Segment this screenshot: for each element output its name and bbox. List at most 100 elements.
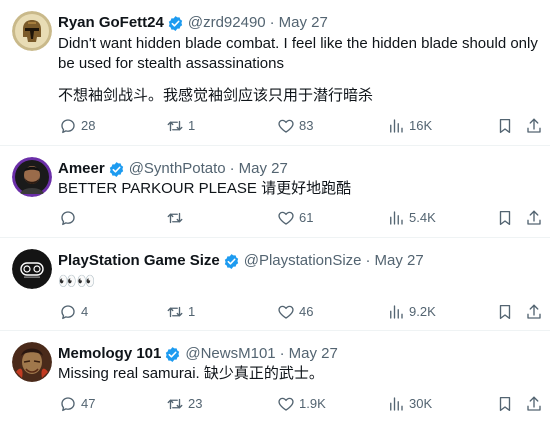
retweet-icon [167, 120, 183, 132]
tweet-actions: 47 23 1.9K 30K [0, 394, 550, 414]
retweet-button[interactable] [166, 208, 188, 228]
views-chart-icon [390, 397, 403, 411]
like-count: 46 [299, 304, 314, 319]
share-button[interactable] [525, 394, 543, 414]
reply-icon [61, 305, 75, 320]
reply-button[interactable] [59, 208, 81, 228]
avatar[interactable] [12, 157, 52, 197]
retweet-button[interactable]: 1 [166, 116, 195, 136]
share-button[interactable] [525, 208, 543, 228]
heart-icon [278, 305, 294, 319]
display-name[interactable]: Ryan GoFett24 [58, 13, 164, 33]
tweet[interactable]: Ryan GoFett24 @zrd92490 · May 27 Didn't … [0, 0, 550, 146]
tweet-text-line: Didn't want hidden blade combat. I feel … [58, 35, 538, 72]
tweet-text: Didn't want hidden blade combat. I feel … [58, 34, 538, 106]
header-separator: · [279, 345, 285, 362]
views-count: 30K [409, 396, 433, 411]
verified-badge-icon [164, 346, 181, 363]
user-handle[interactable]: @SynthPotato [129, 159, 226, 179]
views-button[interactable]: 16K [387, 116, 432, 136]
tweet-date[interactable]: May 27 [375, 251, 424, 271]
user-handle[interactable]: @NewsM101 [185, 344, 275, 364]
tweet-text-line: 👀👀 [58, 273, 96, 290]
views-chart-icon [390, 119, 403, 133]
heart-icon [278, 211, 294, 225]
retweet-icon [167, 306, 183, 318]
views-count: 9.2K [409, 304, 436, 319]
heart-icon [278, 397, 294, 411]
like-button[interactable]: 1.9K [277, 394, 326, 414]
bookmark-button[interactable] [496, 302, 514, 322]
tweet-text-line: Missing real samurai. 缺少真正的武士。 [58, 365, 324, 382]
reply-button[interactable]: 4 [59, 302, 88, 322]
retweet-count: 1 [188, 304, 196, 319]
reply-count: 4 [81, 304, 89, 319]
retweet-count: 23 [188, 396, 203, 411]
share-icon [527, 396, 541, 411]
mandalorian-helmet-icon [12, 11, 52, 51]
tweet-text: Missing real samurai. 缺少真正的武士。 [58, 364, 538, 384]
retweet-button[interactable]: 23 [166, 394, 202, 414]
views-button[interactable]: 30K [387, 394, 432, 414]
retweet-count: 1 [188, 118, 196, 133]
verified-badge-icon [223, 253, 240, 270]
user-handle[interactable]: @zrd92490 [188, 13, 266, 33]
share-button[interactable] [525, 302, 543, 322]
header-separator: · [229, 160, 235, 177]
bookmark-icon [499, 396, 511, 412]
reply-icon [61, 211, 75, 226]
avatar[interactable] [12, 342, 52, 382]
tweet[interactable]: Memology 101 @NewsM101 · May 27 Missing … [0, 331, 550, 423]
tweet-header: Ryan GoFett24 @zrd92490 · May 27 [58, 13, 328, 33]
display-name[interactable]: Memology 101 [58, 344, 161, 364]
like-button[interactable]: 61 [277, 208, 313, 228]
controller-logo-icon [12, 249, 52, 289]
reply-count: 28 [81, 118, 96, 133]
tweet[interactable]: Ameer @SynthPotato · May 27 BETTER PARKO… [0, 146, 550, 238]
display-name[interactable]: PlayStation Game Size [58, 251, 220, 271]
tweet[interactable]: PlayStation Game Size @PlaystationSize ·… [0, 238, 550, 331]
like-count: 1.9K [299, 396, 326, 411]
bookmark-icon [499, 118, 511, 134]
reply-icon [61, 397, 75, 412]
views-chart-icon [390, 211, 403, 225]
share-icon [527, 304, 541, 319]
bookmark-button[interactable] [496, 116, 514, 136]
views-chart-icon [390, 305, 403, 319]
views-count: 5.4K [409, 210, 436, 225]
tweet-date[interactable]: May 27 [239, 159, 288, 179]
bookmark-button[interactable] [496, 394, 514, 414]
share-icon [527, 118, 541, 133]
like-button[interactable]: 83 [277, 116, 313, 136]
user-handle[interactable]: @PlaystationSize [244, 251, 362, 271]
reply-button[interactable]: 28 [59, 116, 95, 136]
like-button[interactable]: 46 [277, 302, 313, 322]
avatar[interactable] [12, 11, 52, 51]
views-button[interactable]: 5.4K [387, 208, 436, 228]
header-separator: · [365, 252, 371, 269]
like-count: 61 [299, 210, 314, 225]
views-button[interactable]: 9.2K [387, 302, 436, 322]
bookmark-icon [499, 304, 511, 320]
like-count: 83 [299, 118, 314, 133]
display-name[interactable]: Ameer [58, 159, 105, 179]
tweet-actions: 28 1 83 16K [0, 116, 550, 136]
tweet-header: Memology 101 @NewsM101 · May 27 [58, 344, 338, 364]
heart-icon [278, 119, 294, 133]
verified-badge-icon [167, 15, 184, 32]
verified-badge-icon [108, 161, 125, 178]
share-button[interactable] [525, 116, 543, 136]
reply-button[interactable]: 47 [59, 394, 95, 414]
retweet-button[interactable]: 1 [166, 302, 195, 322]
tweet-feed: Ryan GoFett24 @zrd92490 · May 27 Didn't … [0, 0, 550, 423]
reply-count: 47 [81, 396, 96, 411]
retweet-icon [167, 398, 183, 410]
bookmark-button[interactable] [496, 208, 514, 228]
avatar[interactable] [12, 249, 52, 289]
retweet-icon [167, 212, 183, 224]
tweet-date[interactable]: May 27 [279, 13, 328, 33]
tweet-actions: 4 1 46 9.2K [0, 302, 550, 322]
tweet-header: Ameer @SynthPotato · May 27 [58, 159, 288, 179]
tweet-text: 👀👀 [58, 272, 538, 292]
tweet-date[interactable]: May 27 [289, 344, 338, 364]
